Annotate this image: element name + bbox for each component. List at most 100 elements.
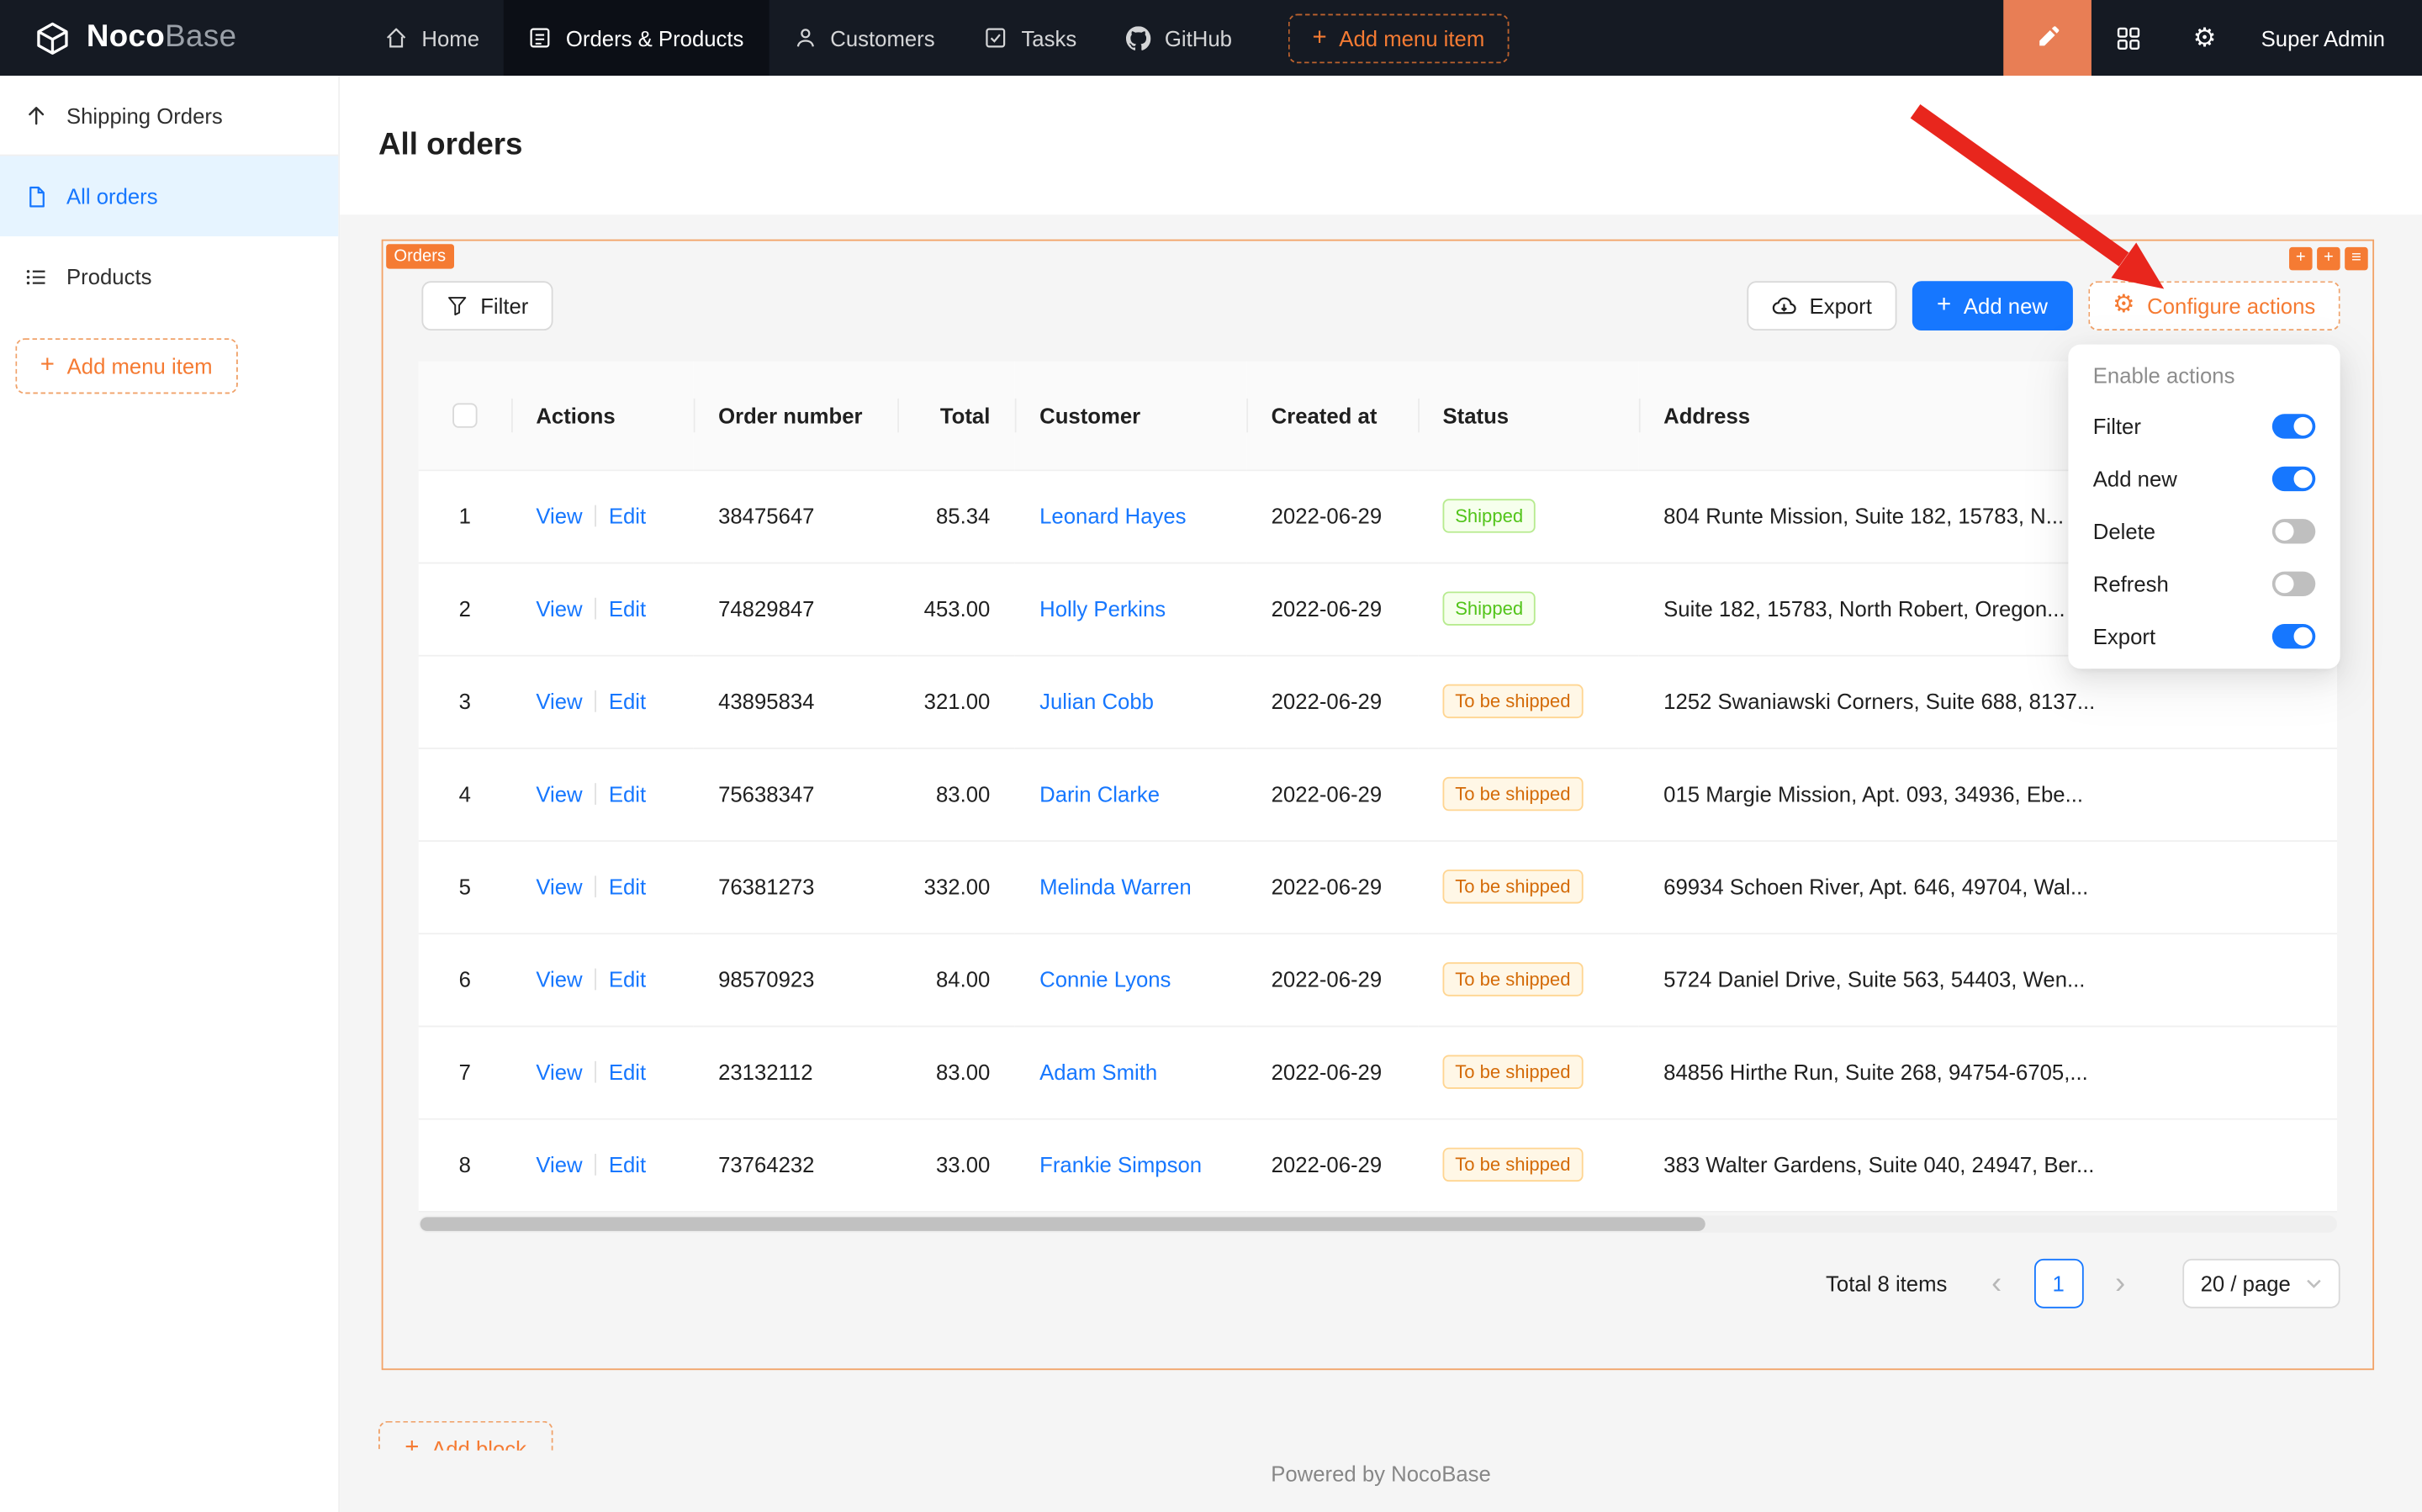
row-index: 6 (459, 967, 471, 991)
edit-link[interactable]: Edit (609, 781, 646, 806)
view-link[interactable]: View (536, 875, 582, 899)
plus-icon: + (40, 354, 55, 378)
row-index: 8 (459, 1152, 471, 1176)
add-column-icon[interactable]: + (2289, 247, 2313, 271)
plus-icon: + (1312, 25, 1326, 50)
sidebar-add-menu-item-button[interactable]: + Add menu item (15, 338, 237, 394)
divider (595, 690, 596, 712)
status-badge: To be shipped (1443, 1055, 1584, 1088)
select-all-checkbox[interactable] (452, 404, 477, 428)
sidebar-item-products[interactable]: Products (0, 236, 338, 317)
settings-button[interactable]: ⚙ (2167, 0, 2243, 76)
dropdown-item-export[interactable]: Export (2075, 611, 2335, 663)
grid-icon (2117, 25, 2141, 50)
gear-icon: ⚙ (2193, 23, 2217, 54)
edit-link[interactable]: Edit (609, 504, 646, 528)
divider (595, 1061, 596, 1083)
customer-link[interactable]: Melinda Warren (1039, 875, 1192, 899)
home-icon (384, 26, 408, 50)
funnel-icon (447, 295, 468, 317)
nav-item-home[interactable]: Home (360, 0, 504, 76)
sidebar-item-shipping-orders[interactable]: Shipping Orders (0, 76, 338, 156)
sidebar: Shipping Orders All orders Products + Ad… (0, 76, 340, 1512)
user-menu[interactable]: Super Admin (2261, 25, 2385, 50)
view-link[interactable]: View (536, 504, 582, 528)
add-block-icon[interactable]: + (2317, 247, 2340, 271)
created-at-cell: 2022-06-29 (1246, 1026, 1418, 1118)
export-button[interactable]: Export (1748, 281, 1896, 330)
address-cell: 69934 Schoen River, Apt. 646, 49704, Wal… (1639, 840, 2337, 933)
add-block-button[interactable]: + Add block (378, 1421, 553, 1451)
address-cell: 5724 Daniel Drive, Suite 563, 54403, Wen… (1639, 933, 2337, 1025)
customer-link[interactable]: Darin Clarke (1039, 781, 1160, 806)
block-menu-icon[interactable]: ≡ (2345, 247, 2368, 271)
view-link[interactable]: View (536, 1152, 582, 1176)
edit-link[interactable]: Edit (609, 967, 646, 991)
nav-item-label: Customers (830, 25, 934, 50)
customer-link[interactable]: Adam Smith (1039, 1060, 1157, 1084)
page-size-value: 20 / page (2201, 1271, 2291, 1296)
nav-item-tasks[interactable]: Tasks (960, 0, 1102, 76)
filter-button[interactable]: Filter (421, 281, 553, 330)
add-new-toggle[interactable] (2272, 467, 2315, 491)
main-area: All orders Orders + + ≡ Filter (340, 76, 2422, 1512)
customer-link[interactable]: Holly Perkins (1039, 596, 1166, 621)
plus-icon: + (405, 1436, 419, 1451)
status-badge: To be shipped (1443, 962, 1584, 996)
sidebar-item-all-orders[interactable]: All orders (0, 156, 338, 237)
customer-link[interactable]: Frankie Simpson (1039, 1152, 1202, 1176)
dropdown-item-filter[interactable]: Filter (2075, 400, 2335, 452)
edit-link[interactable]: Edit (609, 689, 646, 713)
nav-add-menu-item-button[interactable]: + Add menu item (1288, 13, 1510, 63)
edit-link[interactable]: Edit (609, 875, 646, 899)
export-toggle[interactable] (2272, 624, 2315, 648)
nav-item-orders-products[interactable]: Orders & Products (504, 0, 768, 76)
table-row: 3 ViewEdit 43895834 321.00 Julian Cobb 2… (419, 655, 2337, 748)
profile-icon (529, 26, 553, 50)
nocobase-logo[interactable]: NocoBase (0, 19, 338, 56)
main-menu: Home Orders & Products Customers Tasks G… (360, 0, 1256, 76)
nav-item-label: Home (421, 25, 479, 50)
file-icon (24, 184, 48, 208)
column-header-created-at: Created at (1246, 362, 1418, 470)
table-row: 6 ViewEdit 98570923 84.00 Connie Lyons 2… (419, 933, 2337, 1025)
view-link[interactable]: View (536, 967, 582, 991)
edit-link[interactable]: Edit (609, 1152, 646, 1176)
divider (595, 1154, 596, 1176)
add-new-button[interactable]: + Add new (1912, 281, 2073, 330)
dropdown-item-delete[interactable]: Delete (2075, 505, 2335, 558)
prev-page-button[interactable]: ‹ (1972, 1259, 2022, 1308)
customer-link[interactable]: Julian Cobb (1039, 689, 1154, 713)
dropdown-item-refresh[interactable]: Refresh (2075, 558, 2335, 610)
next-page-button[interactable]: › (2096, 1259, 2145, 1308)
divider (595, 783, 596, 805)
filter-toggle[interactable] (2272, 414, 2315, 438)
brand-name: NocoBase (87, 20, 237, 56)
configure-actions-button[interactable]: ⚙ Configure actions (2088, 281, 2340, 330)
customer-link[interactable]: Connie Lyons (1039, 967, 1171, 991)
plugin-manager-button[interactable] (2091, 0, 2167, 76)
view-link[interactable]: View (536, 1060, 582, 1084)
scrollbar-thumb[interactable] (420, 1217, 1705, 1231)
nav-item-customers[interactable]: Customers (769, 0, 960, 76)
total-cell: 84.00 (897, 933, 1015, 1025)
customer-link[interactable]: Leonard Hayes (1039, 504, 1186, 528)
view-link[interactable]: View (536, 689, 582, 713)
total-cell: 33.00 (897, 1118, 1015, 1211)
delete-toggle[interactable] (2272, 519, 2315, 543)
cube-logo-icon (34, 19, 71, 56)
refresh-toggle[interactable] (2272, 572, 2315, 596)
view-link[interactable]: View (536, 781, 582, 806)
column-header-total: Total (897, 362, 1015, 470)
ui-editor-button[interactable] (2003, 0, 2091, 76)
nav-item-github[interactable]: GitHub (1102, 0, 1257, 76)
edit-link[interactable]: Edit (609, 1060, 646, 1084)
dropdown-item-add-new[interactable]: Add new (2075, 452, 2335, 505)
arrow-up-icon (24, 103, 48, 127)
page-1-button[interactable]: 1 (2033, 1259, 2083, 1308)
dropdown-title: Enable actions (2075, 351, 2335, 400)
filter-button-label: Filter (480, 293, 528, 318)
edit-link[interactable]: Edit (609, 596, 646, 621)
page-size-select[interactable]: 20 / page (2182, 1259, 2340, 1308)
view-link[interactable]: View (536, 596, 582, 621)
